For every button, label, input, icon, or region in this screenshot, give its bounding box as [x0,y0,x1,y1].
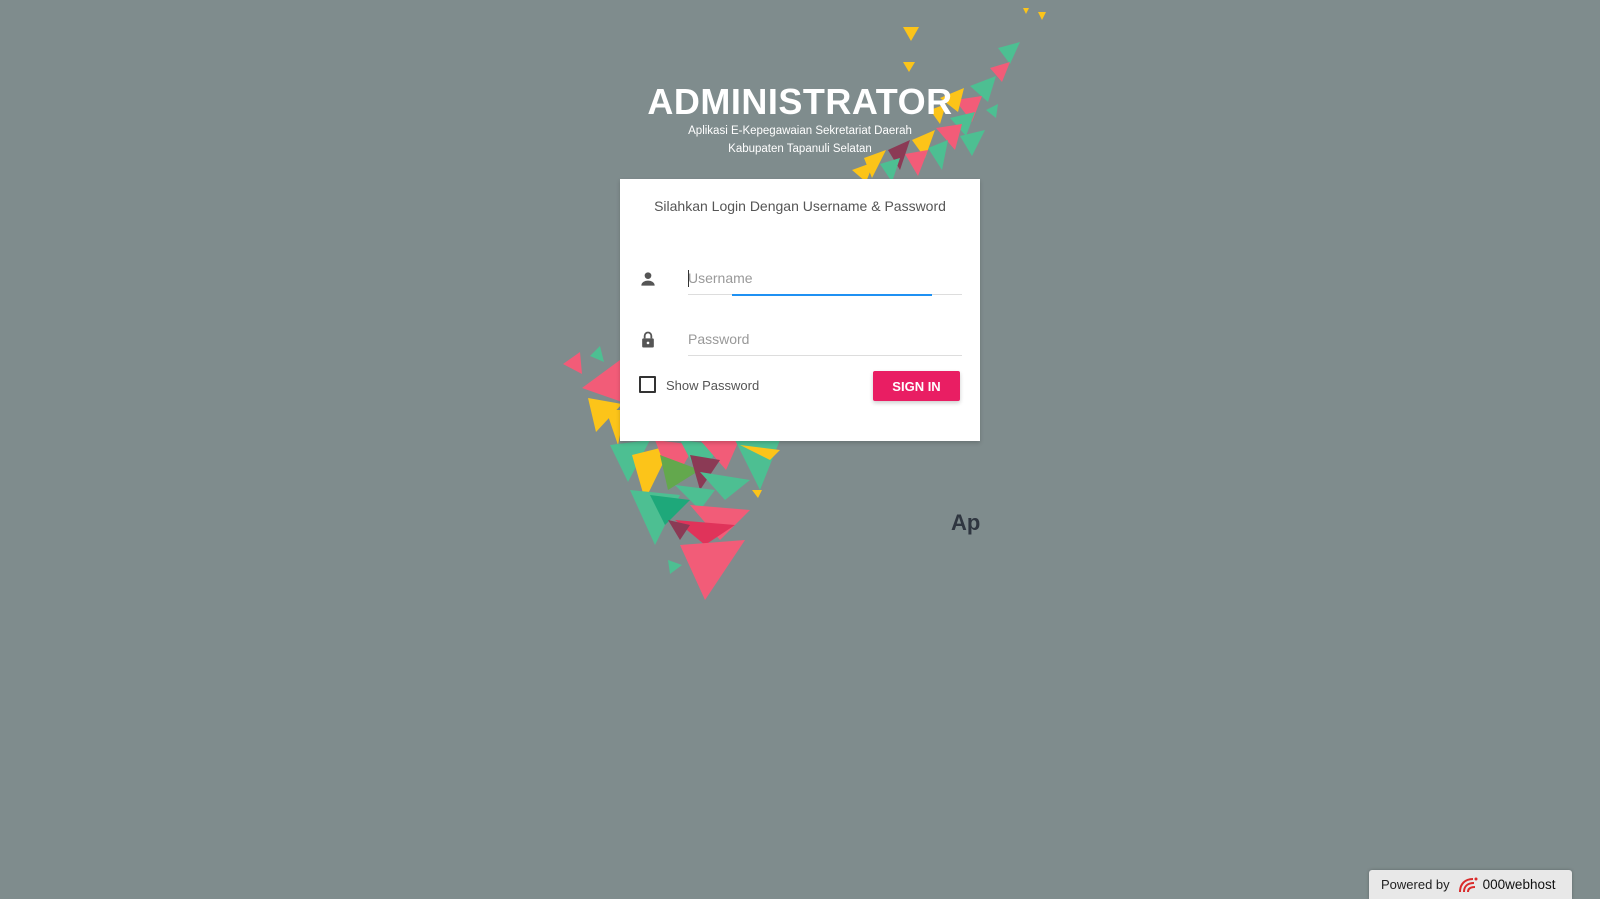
powered-by-label: Powered by [1381,877,1450,892]
username-input[interactable] [688,265,958,291]
sign-in-button[interactable]: SIGN IN [873,371,960,401]
password-field-group [638,324,962,356]
app-header: ADMINISTRATOR Aplikasi E-Kepegawaian Sek… [600,82,1000,158]
login-message: Silahkan Login Dengan Username & Passwor… [654,198,946,214]
lock-icon [642,331,654,348]
login-page: ADMINISTRATOR Aplikasi E-Kepegawaian Sek… [0,0,1600,899]
password-underline [688,355,962,356]
username-focus-underline [732,294,932,296]
username-field-group [638,263,962,296]
show-password-checkbox[interactable] [639,376,656,393]
powered-by-badge[interactable]: Powered by 000webhost [1369,870,1572,899]
000webhost-logo-icon [1458,877,1478,892]
page-subtitle-line1: Aplikasi E-Kepegawaian Sekretariat Daera… [688,125,912,137]
page-title: ADMINISTRATOR [647,81,953,122]
background-text: Ap [951,510,981,535]
login-card: Silahkan Login Dengan Username & Passwor… [620,179,980,441]
text-caret [688,270,689,287]
powered-by-brand: 000webhost [1482,877,1556,892]
show-password-label[interactable]: Show Password [666,378,759,393]
page-subtitle-line2: Kabupaten Tapanuli Selatan [728,143,872,155]
password-input[interactable] [688,326,958,352]
person-icon [641,272,655,286]
